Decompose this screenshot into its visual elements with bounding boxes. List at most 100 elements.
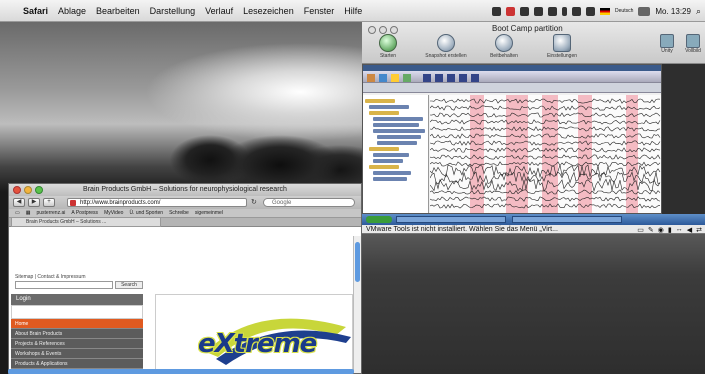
site-search-button[interactable]: Search [115, 281, 143, 289]
sync-icon[interactable]: ⇄ [696, 226, 702, 234]
tree-node[interactable] [373, 129, 425, 133]
taskbar-item[interactable] [512, 216, 622, 223]
tree-node[interactable] [373, 117, 423, 121]
tree-node[interactable] [377, 141, 417, 145]
bookmark-item[interactable]: pusterrenz.ai [36, 210, 65, 216]
battery-icon[interactable] [638, 6, 651, 16]
bookmark-item[interactable]: Schreibe [169, 210, 189, 216]
sound-icon[interactable]: ◀ [687, 226, 692, 234]
tree-node[interactable] [369, 111, 399, 115]
tree-node[interactable] [373, 159, 403, 163]
keyboard-icon[interactable]: ▭ [637, 226, 644, 234]
menu-verlauf[interactable]: Verlauf [200, 6, 238, 16]
status-icon[interactable] [534, 6, 544, 16]
address-bar-url: http://www.brainproducts.com/ [80, 200, 161, 206]
bookmark-item[interactable]: sigemeinmel [195, 210, 223, 216]
vm-window: Boot Camp partition Starten Snapshot ers… [362, 22, 705, 64]
status-icon[interactable] [492, 6, 502, 16]
address-bar[interactable]: http://www.brainproducts.com/ [67, 198, 247, 207]
site-search-input[interactable] [15, 281, 113, 289]
taskbar-item[interactable] [396, 216, 506, 223]
reload-icon[interactable]: ↻ [251, 198, 257, 206]
horizontal-scrollbar[interactable] [8, 369, 354, 374]
menu-lesezeichen[interactable]: Lesezeichen [238, 6, 299, 16]
menu-clock[interactable]: Mo. 13:29 [655, 7, 691, 16]
scrollbar-thumb[interactable] [355, 242, 360, 282]
menu-bar: Safari Ablage Bearbeiten Darstellung Ver… [0, 0, 705, 22]
bookmark-item[interactable]: MyVideo [104, 210, 123, 216]
nav-home[interactable]: Home [11, 319, 143, 329]
time-machine-icon[interactable] [548, 6, 558, 16]
eeg-toolbar [363, 71, 661, 83]
vm-unity-button[interactable]: Unity [657, 34, 677, 54]
tree-node[interactable] [365, 99, 395, 103]
input-source-label[interactable]: Deutsch [615, 8, 633, 14]
vm-start-button[interactable]: Starten [364, 34, 412, 59]
eeg-toolbar-icons [367, 74, 479, 82]
wallpaper-ground [358, 232, 705, 374]
tree-node[interactable] [369, 147, 399, 151]
forward-button[interactable]: ▶ [28, 198, 40, 207]
menu-fenster[interactable]: Fenster [299, 6, 340, 16]
extreme-banner[interactable]: eXtreme [155, 294, 353, 373]
vertical-scrollbar[interactable] [353, 236, 361, 373]
status-icon[interactable] [506, 6, 516, 16]
vmware-tools-notice: VMware Tools ist nicht installiert. Wähl… [362, 225, 705, 234]
tree-node[interactable] [373, 171, 411, 175]
add-bookmark-button[interactable]: + [43, 198, 55, 207]
menu-safari[interactable]: Safari [18, 6, 53, 16]
tree-node[interactable] [369, 165, 399, 169]
search-field[interactable]: Google [263, 198, 355, 207]
flag-icon[interactable] [600, 7, 611, 15]
eeg-history-tree[interactable] [363, 95, 429, 213]
tree-node[interactable] [373, 123, 419, 127]
vm-revert-button[interactable]: Beitbehalten [480, 34, 528, 59]
minimize-icon[interactable] [379, 26, 387, 34]
edit-icon[interactable]: ✎ [648, 226, 654, 234]
vm-fullscreen-button[interactable]: Vollbild [683, 34, 703, 54]
vm-snapshot-button[interactable]: Snapshot erstellen [422, 34, 470, 59]
tree-node[interactable] [373, 153, 409, 157]
vm-settings-button[interactable]: Einstellungen [538, 34, 586, 59]
menu-bearbeiten[interactable]: Bearbeiten [91, 6, 145, 16]
toolbar-icon [447, 74, 455, 82]
close-icon[interactable] [13, 186, 21, 194]
desktop-screen: Safari Ablage Bearbeiten Darstellung Ver… [0, 0, 705, 374]
wifi-icon[interactable] [572, 6, 582, 16]
back-button[interactable]: ◀ [13, 198, 25, 207]
windows-start-button[interactable] [366, 216, 392, 223]
bookmarks-bar: ▭ ▦ pusterrenz.ai A Postpress MyVideo Ü.… [9, 209, 361, 218]
bookmarks-icon[interactable]: ▭ [15, 210, 20, 216]
minimize-icon[interactable] [24, 186, 32, 194]
top-sites-icon[interactable]: ▦ [26, 210, 31, 216]
bookmark-item[interactable]: A Postpress [71, 210, 98, 216]
disc-icon[interactable]: ◉ [658, 226, 664, 234]
settings-icon [553, 34, 571, 52]
close-icon[interactable] [368, 26, 376, 34]
network-icon[interactable]: ↔ [676, 226, 683, 233]
nav-projects[interactable]: Projects & References [11, 339, 143, 349]
bluetooth-icon[interactable] [562, 6, 568, 16]
site-top-links[interactable]: Sitemap | Contact & Impressum [15, 274, 86, 280]
eeg-signal-plot[interactable] [430, 95, 661, 213]
status-icon[interactable] [520, 6, 530, 16]
nav-workshops[interactable]: Workshops & Events [11, 349, 143, 359]
zoom-icon[interactable] [390, 26, 398, 34]
menu-ablage[interactable]: Ablage [53, 6, 91, 16]
tree-node[interactable] [369, 105, 409, 109]
tree-node[interactable] [377, 135, 421, 139]
spotlight-icon[interactable]: ⌕ [696, 6, 701, 17]
vm-window-title: Boot Camp partition [492, 24, 563, 33]
tab-brain-products[interactable]: Brain Products GmbH – Solutions ... [11, 218, 161, 227]
nav-about[interactable]: About Brain Products [11, 329, 143, 339]
web-page: Sitemap | Contact & Impressum Search Log… [9, 236, 355, 373]
vm-toolbar: Starten Snapshot erstellen Beitbehalten … [364, 34, 586, 59]
nav-products[interactable]: Products & Applications [11, 359, 143, 369]
bookmark-item[interactable]: Ü. und Sporten [129, 210, 163, 216]
device-icon[interactable]: ▮ [668, 226, 672, 234]
menu-hilfe[interactable]: Hilfe [339, 6, 367, 16]
zoom-icon[interactable] [35, 186, 43, 194]
tree-node[interactable] [373, 177, 407, 181]
volume-icon[interactable] [586, 6, 596, 16]
menu-darstellung[interactable]: Darstellung [145, 6, 201, 16]
